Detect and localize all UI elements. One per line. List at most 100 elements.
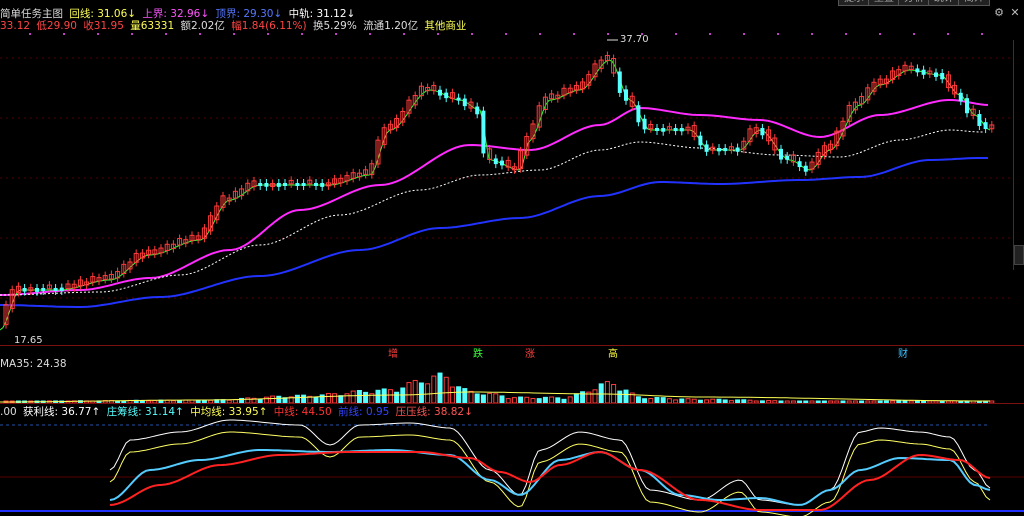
candle-down	[475, 106, 480, 115]
candle-down	[717, 148, 721, 152]
event-marker-increase[interactable]: 增	[388, 345, 398, 360]
event-marker-high[interactable]: 高	[608, 345, 618, 360]
event-label: 跌	[473, 349, 483, 360]
profit-line-value: 获利线: 36.77↑	[23, 406, 101, 418]
marker-dot	[471, 33, 473, 35]
peak-price-label: 37.70	[620, 34, 649, 45]
panel-divider-indicator	[0, 403, 1024, 404]
average-line-value: 中均线: 33.95↑	[190, 406, 268, 418]
marker-dot	[97, 33, 99, 35]
candle-down	[264, 183, 269, 187]
candle-down	[965, 98, 969, 114]
marker-dot	[845, 33, 847, 35]
candle-down	[735, 147, 740, 152]
candle-down	[462, 98, 467, 107]
candle-down	[314, 183, 318, 186]
candle-down	[698, 135, 703, 146]
candle-down	[921, 69, 926, 75]
marker-dot	[811, 33, 813, 35]
candle-down	[958, 92, 963, 102]
candle-down	[320, 183, 325, 187]
marker-dot	[29, 33, 31, 35]
volume-bar	[338, 395, 344, 404]
event-marker-finance[interactable]: 财	[898, 345, 908, 360]
candle-down	[679, 128, 684, 132]
volume-bar	[400, 387, 406, 404]
candle-down	[500, 160, 504, 166]
marker-dot	[607, 33, 609, 35]
ma-line-magenta	[0, 99, 989, 296]
candle-down	[258, 183, 263, 186]
volume-bar	[350, 390, 356, 404]
volume-bar	[437, 372, 443, 404]
front-line-value: 前线: 0.95	[338, 406, 390, 418]
candle-down	[661, 128, 666, 132]
marker-dot	[335, 33, 337, 35]
marker-dot	[505, 33, 507, 35]
marker-dot	[437, 33, 439, 35]
candle-down	[301, 183, 306, 186]
candle-down	[642, 118, 647, 130]
candle-down	[797, 161, 802, 168]
candle-down	[704, 144, 709, 152]
volume-bar	[462, 388, 468, 404]
marker-dot	[675, 33, 677, 35]
ma-line-blue	[0, 157, 988, 308]
marker-dot	[199, 33, 201, 35]
volume-bar	[499, 395, 505, 404]
kline-chart[interactable]	[0, 0, 1024, 516]
event-marker-rise[interactable]: 涨	[525, 345, 535, 360]
volume-bar	[394, 391, 400, 404]
volume-bar	[468, 390, 474, 404]
panel-divider-volume	[0, 345, 1024, 346]
volume-bar	[480, 394, 486, 404]
candle-down	[779, 148, 783, 160]
candle-down	[940, 73, 945, 80]
candle-down	[624, 89, 628, 101]
marker-dot	[913, 33, 915, 35]
volume-bar	[276, 395, 282, 404]
candle-down	[760, 128, 765, 136]
volume-bar	[449, 386, 455, 404]
candle-down	[803, 165, 808, 172]
event-label: 涨	[525, 349, 535, 360]
marker-dot	[233, 33, 235, 35]
candle-down	[977, 114, 982, 127]
volume-bar	[487, 392, 493, 404]
pressure-line-value: 压压线: 38.82↓	[395, 406, 473, 418]
candle-down	[22, 288, 27, 292]
candle-down	[444, 92, 449, 99]
marker-dot	[709, 33, 711, 35]
indicator-header: .00 获利线: 36.77↑ 庄筹线: 31.14↑ 中均线: 33.95↑ …	[0, 406, 476, 418]
marker-dot	[267, 33, 269, 35]
candle-down	[983, 122, 988, 130]
volume-bar	[598, 383, 604, 404]
marker-dot	[63, 33, 65, 35]
volume-bar	[623, 389, 629, 404]
volume-bar	[573, 393, 579, 404]
banker-line-value: 庄筹线: 31.14↑	[106, 406, 184, 418]
candle-down	[59, 287, 64, 292]
candle-down	[723, 148, 728, 152]
event-marker-fall[interactable]: 跌	[473, 345, 483, 360]
volume-bar	[412, 379, 418, 404]
event-label: 财	[898, 349, 908, 360]
candle-down	[438, 89, 442, 96]
candle-down	[456, 97, 461, 101]
candle-down	[295, 183, 300, 186]
volume-bar	[375, 389, 381, 404]
marker-dot	[947, 33, 949, 35]
volume-bar	[418, 382, 424, 404]
volume-bar	[431, 375, 437, 404]
candle-down	[493, 158, 498, 165]
candle-down	[35, 288, 39, 292]
marker-dot	[743, 33, 745, 35]
marker-dot	[131, 33, 133, 35]
vertical-scrollbar[interactable]	[1013, 40, 1024, 270]
candle-down	[481, 110, 486, 154]
volume-bar	[301, 394, 307, 404]
candle-down	[934, 72, 938, 77]
marker-dot	[165, 33, 167, 35]
volume-bar	[344, 393, 350, 404]
scroll-thumb[interactable]	[1014, 245, 1024, 265]
